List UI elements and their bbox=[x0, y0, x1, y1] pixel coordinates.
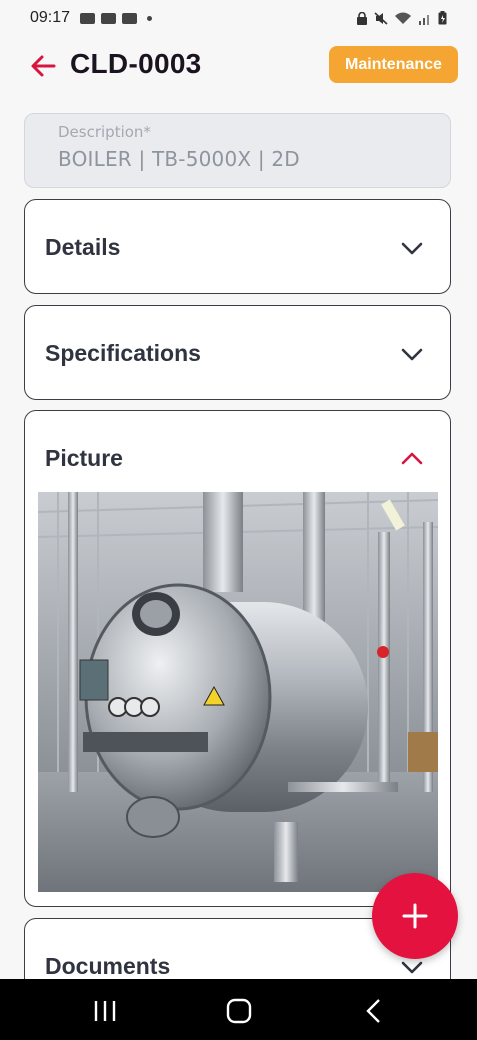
notification-icon bbox=[122, 12, 138, 24]
chevron-down-icon bbox=[401, 242, 423, 255]
lock-icon bbox=[357, 11, 367, 25]
documents-section-title: Documents bbox=[45, 953, 171, 979]
equipment-photo[interactable] bbox=[38, 492, 438, 892]
weather-icon bbox=[101, 12, 117, 24]
arrow-left-icon bbox=[31, 55, 56, 77]
home-icon bbox=[226, 998, 252, 1024]
description-value: BOILER | TB-5000X | 2D bbox=[58, 147, 300, 171]
details-section-title: Details bbox=[45, 234, 121, 260]
specifications-section: Specifications bbox=[24, 305, 451, 400]
wifi-icon bbox=[395, 12, 411, 24]
boiler-image bbox=[38, 492, 438, 892]
description-label: Description* bbox=[58, 123, 151, 141]
system-icons bbox=[356, 11, 447, 25]
description-field[interactable]: Description* BOILER | TB-5000X | 2D bbox=[24, 113, 451, 188]
notification-icon bbox=[80, 12, 96, 24]
system-nav-bar bbox=[0, 979, 477, 1040]
status-badge: Maintenance bbox=[329, 46, 458, 83]
picture-section-header[interactable]: Picture bbox=[25, 411, 450, 505]
details-section-header[interactable]: Details bbox=[25, 200, 450, 294]
battery-icon bbox=[438, 11, 447, 25]
specifications-section-title: Specifications bbox=[45, 340, 201, 366]
status-bar: 09:17 bbox=[0, 0, 477, 36]
system-back-button[interactable] bbox=[354, 991, 394, 1031]
notification-icons bbox=[80, 12, 153, 24]
chevron-left-icon bbox=[366, 999, 380, 1023]
specifications-section-header[interactable]: Specifications bbox=[25, 306, 450, 400]
add-fab-button[interactable] bbox=[372, 873, 458, 959]
back-button[interactable] bbox=[28, 51, 58, 81]
page-title: CLD-0003 bbox=[70, 48, 202, 79]
details-section: Details bbox=[24, 199, 451, 294]
signal-icon bbox=[419, 14, 429, 25]
chevron-up-icon bbox=[401, 452, 423, 465]
recent-apps-button[interactable] bbox=[85, 991, 125, 1031]
plus-icon bbox=[402, 903, 428, 929]
home-button[interactable] bbox=[219, 991, 259, 1031]
picture-section-title: Picture bbox=[45, 445, 123, 471]
mute-icon bbox=[374, 11, 388, 25]
more-notifications-icon bbox=[147, 15, 153, 21]
status-time: 09:17 bbox=[30, 9, 71, 26]
chevron-down-icon bbox=[401, 348, 423, 361]
recent-apps-icon bbox=[94, 1001, 116, 1021]
picture-section: Picture bbox=[24, 410, 451, 907]
app-header: CLD-0003 Maintenance bbox=[0, 40, 477, 92]
